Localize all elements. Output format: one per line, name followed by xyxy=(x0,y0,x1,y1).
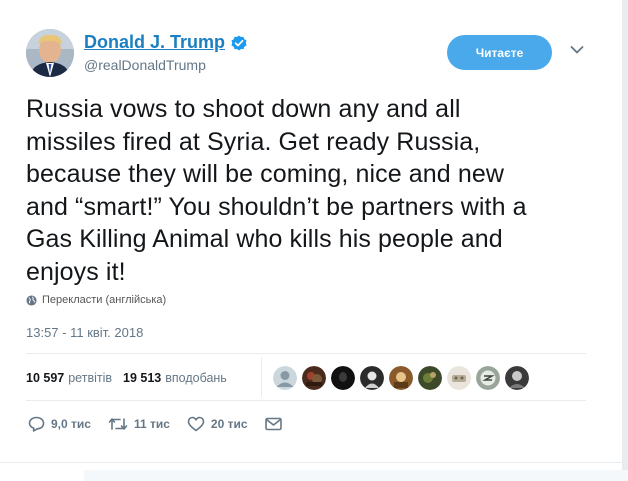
liker-avatar[interactable] xyxy=(331,366,355,390)
reply-button[interactable]: 9,0 тис xyxy=(28,416,91,432)
page-edge-bottom xyxy=(0,462,628,463)
likes-label: вподобань xyxy=(165,371,227,385)
like-count: 20 тис xyxy=(210,417,248,431)
tweet-stats: 10 597 ретвітів 19 513 вподобань xyxy=(26,371,227,385)
divider xyxy=(26,400,586,401)
retweets-stat[interactable]: 10 597 ретвітів xyxy=(26,371,112,385)
tweet-actions: 9,0 тис 11 тис 20 тис xyxy=(28,416,299,432)
stats-divider xyxy=(261,357,262,397)
author-name[interactable]: Donald J. Trump xyxy=(84,32,225,53)
likes-stat[interactable]: 19 513 вподобань xyxy=(123,371,227,385)
like-icon xyxy=(187,416,205,432)
direct-message-button[interactable] xyxy=(264,417,282,431)
author-handle[interactable]: @realDonaldTrump xyxy=(84,57,206,73)
retweets-count: 10 597 xyxy=(26,371,65,385)
following-button[interactable]: Читаєте xyxy=(447,35,552,70)
author-avatar[interactable] xyxy=(26,29,74,77)
liker-avatar[interactable] xyxy=(273,366,297,390)
reply-count: 9,0 тис xyxy=(51,417,91,431)
translate-label: Перекласти (англійська) xyxy=(42,294,167,306)
retweet-icon xyxy=(108,418,128,430)
tweet-text: Russia vows to shoot down any and all mi… xyxy=(26,95,527,286)
liker-avatar[interactable] xyxy=(360,366,384,390)
liker-avatar[interactable] xyxy=(389,366,413,390)
verified-badge-icon xyxy=(231,35,247,50)
tweet-timestamp[interactable]: 13:57 - 11 квіт. 2018 xyxy=(26,325,143,340)
liker-avatar[interactable] xyxy=(447,366,471,390)
liker-avatar[interactable] xyxy=(418,366,442,390)
reply-icon xyxy=(28,416,45,432)
next-section-strip xyxy=(84,470,628,481)
liker-avatar[interactable] xyxy=(302,366,326,390)
like-button[interactable]: 20 тис xyxy=(187,416,248,432)
retweet-button[interactable]: 11 тис xyxy=(108,416,170,432)
author-avatar-image xyxy=(26,29,74,77)
liker-avatars xyxy=(273,366,529,390)
globe-icon xyxy=(26,294,37,306)
liker-avatar[interactable] xyxy=(505,366,529,390)
translate-link[interactable]: Перекласти (англійська) xyxy=(26,294,166,306)
direct-message-icon xyxy=(264,417,282,431)
chevron-down-icon[interactable] xyxy=(570,45,584,55)
retweets-label: ретвітів xyxy=(68,371,113,385)
likes-count: 19 513 xyxy=(123,371,162,385)
page-edge-right xyxy=(622,0,628,481)
retweet-count: 11 тис xyxy=(133,417,170,431)
divider xyxy=(26,353,586,354)
liker-avatar[interactable] xyxy=(476,366,500,390)
